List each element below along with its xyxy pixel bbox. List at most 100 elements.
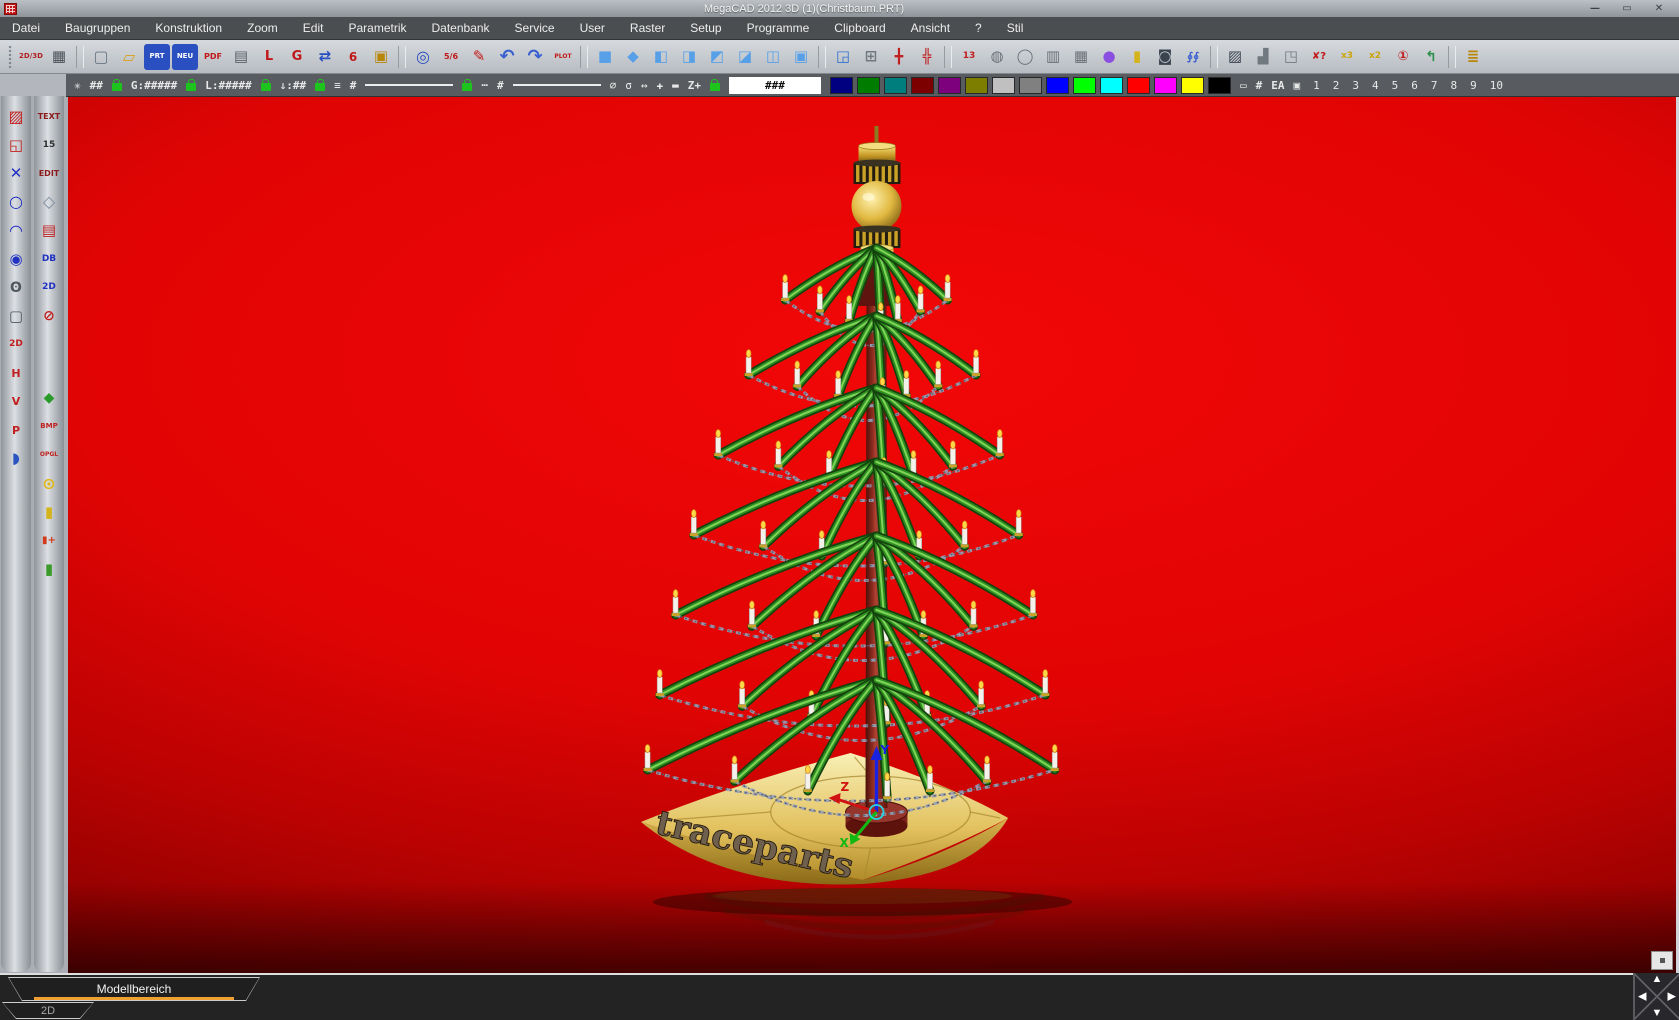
undo-icon[interactable]: ↶ bbox=[494, 44, 520, 70]
lock-depth-toggle[interactable] bbox=[315, 83, 325, 91]
menu-item-baugruppen[interactable]: Baugruppen bbox=[65, 21, 130, 35]
solid-cube-icon[interactable]: ◇ bbox=[36, 190, 62, 215]
dim-15-icon[interactable]: 15 bbox=[36, 133, 62, 158]
ellipse-tool-icon[interactable]: ◉ bbox=[3, 247, 29, 272]
edit-tool-icon[interactable]: EDIT bbox=[36, 161, 62, 186]
color-swatch-6[interactable] bbox=[992, 77, 1015, 94]
lock-layer-toggle[interactable] bbox=[261, 83, 271, 91]
dim-horizontal-icon[interactable]: H bbox=[3, 361, 29, 386]
solid-measure-icon[interactable]: ◳ bbox=[1278, 44, 1304, 70]
view-hidden-1-icon[interactable]: ◧ bbox=[648, 44, 674, 70]
snap-diameter-b-icon[interactable]: σ bbox=[625, 79, 632, 92]
cylinder-13-icon[interactable]: 13 bbox=[956, 44, 982, 70]
dim-vertical-icon[interactable]: V bbox=[3, 389, 29, 414]
trim-tool-icon[interactable]: ◱ bbox=[3, 133, 29, 158]
mass-properties-icon[interactable]: ▟ bbox=[1250, 44, 1276, 70]
view-button-1[interactable]: 1 bbox=[1313, 79, 1320, 92]
save-neu-icon[interactable]: NEU bbox=[172, 44, 198, 70]
solid-primitives-icon[interactable]: ◆ bbox=[36, 386, 62, 411]
solid-copy-x3-icon[interactable]: x3 bbox=[1334, 44, 1360, 70]
menu-item-parametrik[interactable]: Parametrik bbox=[348, 21, 406, 35]
screen-preview-icon[interactable]: ◎ bbox=[410, 44, 436, 70]
pages-copy-6-icon[interactable]: 6 bbox=[340, 44, 366, 70]
zoom-in-icon[interactable]: ✚ bbox=[656, 79, 663, 92]
color-swatch-14[interactable] bbox=[1208, 77, 1231, 94]
menu-item-setup[interactable]: Setup bbox=[690, 21, 721, 35]
menu-item-datenbank[interactable]: Datenbank bbox=[432, 21, 490, 35]
view-solid-icon[interactable]: ■ bbox=[592, 44, 618, 70]
color-swatch-0[interactable] bbox=[830, 77, 853, 94]
scroll-corner-button[interactable] bbox=[1651, 951, 1673, 970]
lock-color-toggle[interactable] bbox=[710, 83, 720, 91]
solid-add-icon[interactable]: ⊞ bbox=[858, 44, 884, 70]
assembly-tree-locks-icon[interactable]: ≣ bbox=[1460, 44, 1486, 70]
menu-item-clipboard[interactable]: Clipboard bbox=[834, 21, 885, 35]
convert-2d-icon[interactable]: 2D bbox=[36, 275, 62, 300]
menu-item-datei[interactable]: Datei bbox=[12, 21, 40, 35]
menu-item-user[interactable]: User bbox=[580, 21, 605, 35]
color-swatch-13[interactable] bbox=[1181, 77, 1204, 94]
view-button-5[interactable]: 5 bbox=[1392, 79, 1399, 92]
coord-system-icon[interactable]: ╋ bbox=[886, 44, 912, 70]
color-swatch-7[interactable] bbox=[1019, 77, 1042, 94]
save-prt-icon[interactable]: PRT bbox=[144, 44, 170, 70]
text-tool-icon[interactable]: TEXT bbox=[36, 104, 62, 129]
width-toggle-icon[interactable]: ↔ bbox=[641, 79, 648, 92]
zoom-window-icon[interactable]: ◲ bbox=[830, 44, 856, 70]
snap-settings-icon[interactable]: ✳ bbox=[74, 79, 81, 92]
delete-cross-tool-icon[interactable]: ✕ bbox=[3, 161, 29, 186]
zoom-out-icon[interactable]: ▬ bbox=[672, 79, 679, 92]
menu-item-[interactable]: ? bbox=[975, 21, 982, 35]
view-box-5-icon[interactable]: ▣ bbox=[1293, 79, 1300, 92]
menu-item-programme[interactable]: Programme bbox=[747, 21, 810, 35]
sheet-l-icon[interactable]: L bbox=[256, 44, 282, 70]
view-button-9[interactable]: 9 bbox=[1470, 79, 1477, 92]
export-pdf-icon[interactable]: PDF bbox=[200, 44, 226, 70]
folder-open-icon[interactable]: ▱ bbox=[116, 44, 142, 70]
surface-mesh-icon[interactable]: ◗ bbox=[3, 446, 29, 471]
attach-paperclips-icon[interactable]: ∮∮ bbox=[1180, 44, 1206, 70]
color-swatch-8[interactable] bbox=[1046, 77, 1069, 94]
view-button-4[interactable]: 4 bbox=[1372, 79, 1379, 92]
line-type-dashed-icon[interactable]: ┅ bbox=[481, 79, 488, 92]
axis-cylinder-icon[interactable]: ⊘ bbox=[36, 304, 62, 329]
hatch-settings-icon[interactable]: ▨ bbox=[1222, 44, 1248, 70]
arc-tool-icon[interactable]: ◠ bbox=[3, 218, 29, 243]
view-button-6[interactable]: 6 bbox=[1411, 79, 1418, 92]
screen-toggle-icon[interactable]: ▭ bbox=[1240, 79, 1247, 92]
texture-green-icon[interactable]: ▮ bbox=[36, 557, 62, 582]
view-open-1-icon[interactable]: ◩ bbox=[704, 44, 730, 70]
menu-item-ansicht[interactable]: Ansicht bbox=[911, 21, 950, 35]
line-style-menu-icon[interactable]: ≡ bbox=[334, 79, 341, 92]
lock-grid-toggle[interactable] bbox=[112, 83, 122, 91]
texture-cylinder-icon[interactable]: ▮ bbox=[36, 500, 62, 525]
tab-modellbereich[interactable]: Modellbereich bbox=[8, 977, 260, 1001]
circle-tool-icon[interactable]: ○ bbox=[3, 190, 29, 215]
view-button-3[interactable]: 3 bbox=[1352, 79, 1359, 92]
menu-item-edit[interactable]: Edit bbox=[303, 21, 324, 35]
pan-navigation-widget[interactable]: ▲ ▼ ◀ ▶ bbox=[1633, 973, 1679, 1020]
cylinder-hidden-icon[interactable]: ◍ bbox=[984, 44, 1010, 70]
eraser-icon[interactable]: ✎ bbox=[466, 44, 492, 70]
cylinder-mesh-icon[interactable]: ▦ bbox=[1068, 44, 1094, 70]
menu-item-konstruktion[interactable]: Konstruktion bbox=[155, 21, 222, 35]
toggle-2d-3d-icon[interactable]: 2D/3D bbox=[18, 44, 44, 70]
view-button-8[interactable]: 8 bbox=[1450, 79, 1457, 92]
bmp-export-icon[interactable]: BMP bbox=[36, 414, 62, 439]
database-icon[interactable]: DB bbox=[36, 247, 62, 272]
snapshot-camera-icon[interactable]: ◙ bbox=[1152, 44, 1178, 70]
clipboard-paste-icon[interactable]: ▣ bbox=[368, 44, 394, 70]
minimize-button[interactable]: — bbox=[1587, 2, 1603, 15]
window-tile-icon[interactable]: ▦ bbox=[46, 44, 72, 70]
color-swatch-1[interactable] bbox=[857, 77, 880, 94]
light-settings-icon[interactable]: ⊙ bbox=[36, 471, 62, 496]
menu-item-zoom[interactable]: Zoom bbox=[247, 21, 278, 35]
pan-left-arrow-icon[interactable]: ◀ bbox=[1638, 991, 1646, 1002]
file-new-icon[interactable]: ▢ bbox=[88, 44, 114, 70]
plot-icon[interactable]: PLOT bbox=[550, 44, 576, 70]
view-open-4-icon[interactable]: ▣ bbox=[788, 44, 814, 70]
restore-button[interactable]: ▭ bbox=[1619, 2, 1635, 15]
viewport-canvas[interactable]: tracepartsYZX bbox=[66, 96, 1679, 973]
feature-convert-icon[interactable]: ↰ bbox=[1418, 44, 1444, 70]
color-swatch-5[interactable] bbox=[965, 77, 988, 94]
